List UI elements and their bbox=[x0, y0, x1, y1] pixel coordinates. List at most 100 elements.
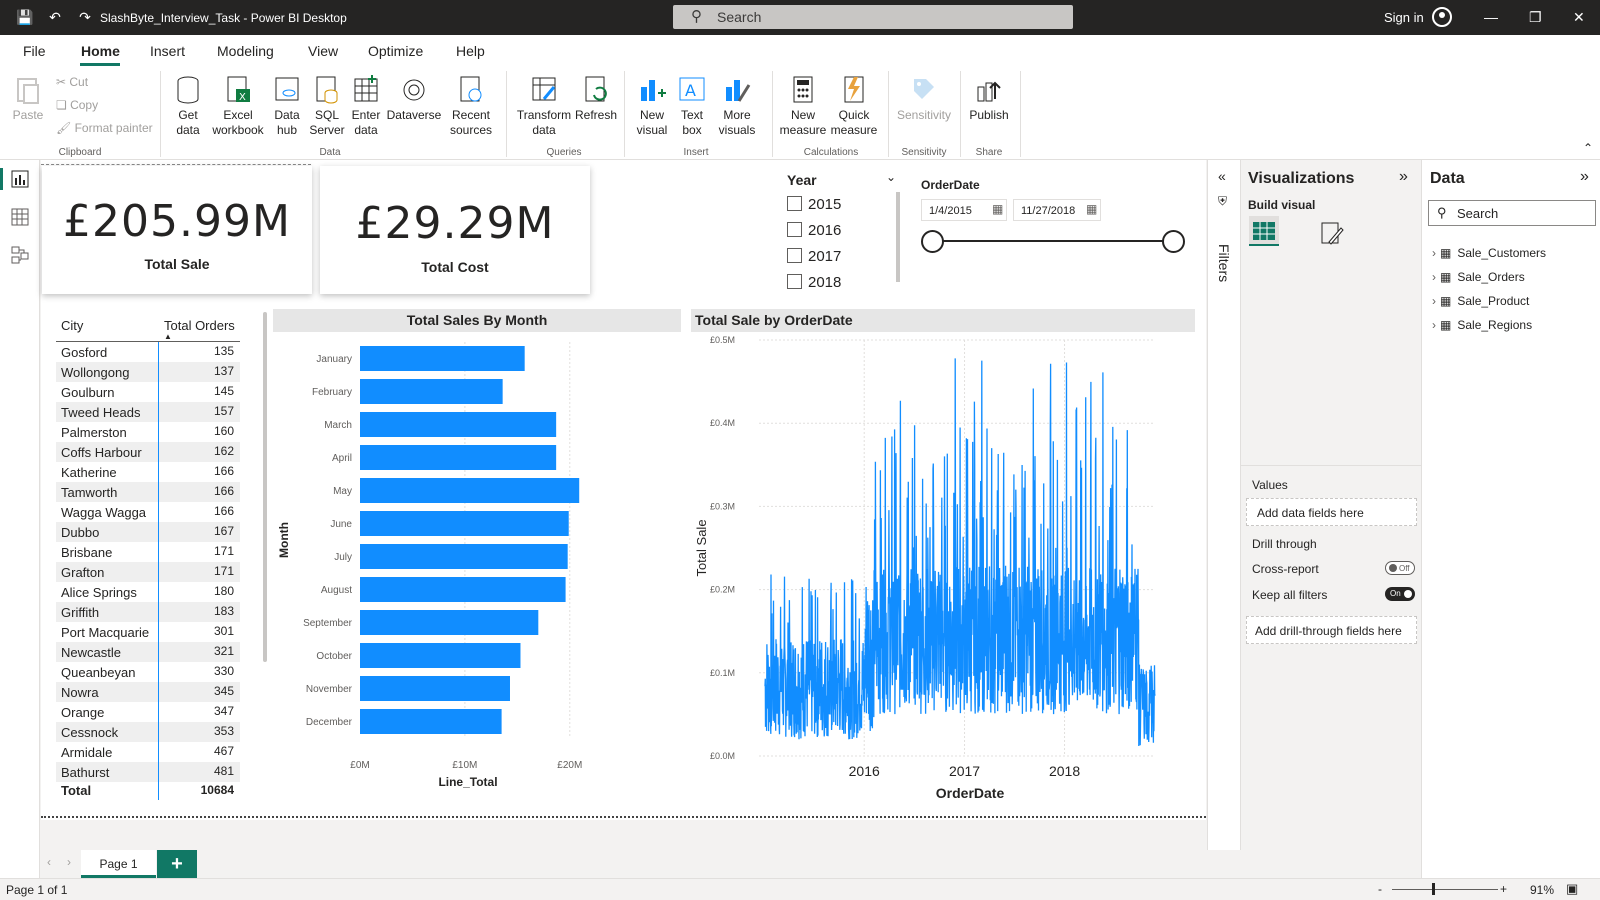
model-view-icon[interactable] bbox=[11, 246, 29, 264]
total-sale-line-series[interactable] bbox=[764, 358, 1156, 747]
avatar[interactable] bbox=[1432, 7, 1452, 27]
redo-icon[interactable]: ↷ bbox=[76, 8, 94, 26]
bar-april[interactable] bbox=[360, 445, 557, 470]
bar-march[interactable] bbox=[360, 412, 557, 437]
zoom-slider[interactable] bbox=[1392, 889, 1498, 890]
collapse-icon[interactable]: « bbox=[1218, 168, 1226, 184]
build-visual-tab[interactable] bbox=[1249, 216, 1279, 246]
prev-page-icon[interactable]: ‹ bbox=[47, 855, 51, 869]
date-range-end-handle[interactable] bbox=[1162, 230, 1185, 253]
chevron-down-icon[interactable]: ⌄ bbox=[886, 170, 896, 184]
sensitivity-button[interactable]: Sensitivity bbox=[894, 75, 954, 123]
text-box-button[interactable]: A Text box bbox=[674, 75, 710, 138]
slicer-scrollbar[interactable] bbox=[896, 192, 900, 282]
fit-to-page-icon[interactable]: ▣ bbox=[1566, 881, 1578, 897]
menu-file[interactable]: File bbox=[23, 43, 46, 59]
get-data-button[interactable]: Get data bbox=[168, 75, 208, 138]
table-row[interactable]: Dubbo 167 bbox=[56, 522, 240, 542]
paste-button[interactable]: Paste bbox=[10, 75, 46, 123]
bar-december[interactable] bbox=[360, 709, 502, 734]
collapse-ribbon-icon[interactable]: ⌃ bbox=[1583, 141, 1593, 155]
table-row[interactable]: Queanbeyan 330 bbox=[56, 662, 240, 682]
zoom-out-icon[interactable]: - bbox=[1378, 882, 1382, 896]
values-drop-zone[interactable]: Add data fields here bbox=[1246, 498, 1417, 526]
table-row[interactable]: Tweed Heads 157 bbox=[56, 402, 240, 422]
bar-chart[interactable]: January February March April May June July Augu… bbox=[273, 334, 681, 804]
bar-june[interactable] bbox=[360, 511, 569, 536]
menu-modeling[interactable]: Modeling bbox=[217, 43, 274, 59]
bar-november[interactable] bbox=[360, 676, 510, 701]
format-visual-icon[interactable] bbox=[1319, 220, 1345, 246]
table-row[interactable]: Bathurst 481 bbox=[56, 762, 240, 782]
data-table-sale-regions[interactable]: › ▦ Sale_Regions bbox=[1432, 318, 1532, 332]
enter-data-button[interactable]: Enter data bbox=[348, 75, 384, 138]
table-row[interactable]: Griffith 183 bbox=[56, 602, 240, 622]
table-row[interactable]: Gosford 135 bbox=[56, 342, 240, 362]
bar-july[interactable] bbox=[360, 544, 568, 569]
sql-server-button[interactable]: SQL Server bbox=[308, 75, 346, 138]
data-table-sale-product[interactable]: › ▦ Sale_Product bbox=[1432, 294, 1529, 308]
cut-button[interactable]: ✂ Cut bbox=[56, 75, 88, 89]
new-measure-button[interactable]: New measure bbox=[778, 75, 828, 138]
refresh-button[interactable]: Refresh bbox=[574, 75, 618, 123]
table-row[interactable]: Grafton 171 bbox=[56, 562, 240, 582]
table-row[interactable]: Brisbane 171 bbox=[56, 542, 240, 562]
excel-workbook-button[interactable]: X Excel workbook bbox=[210, 75, 266, 138]
table-row[interactable]: Newcastle 321 bbox=[56, 642, 240, 662]
transform-data-button[interactable]: Transform data bbox=[514, 75, 574, 138]
line-chart[interactable]: £0.0M £0.1M £0.2M £0.3M £0.4M £0.5M 2016 2017 20… bbox=[691, 334, 1195, 804]
report-view-icon[interactable] bbox=[11, 170, 29, 188]
table-row[interactable]: Goulburn 145 bbox=[56, 382, 240, 402]
table-row[interactable]: Tamworth 166 bbox=[56, 482, 240, 502]
keep-filters-toggle[interactable]: On bbox=[1385, 587, 1415, 601]
sign-in-link[interactable]: Sign in bbox=[1384, 10, 1424, 25]
menu-home[interactable]: Home bbox=[81, 43, 120, 59]
col-city[interactable]: City bbox=[61, 318, 83, 333]
more-visuals-button[interactable]: More visuals bbox=[712, 75, 762, 138]
table-scrollbar[interactable] bbox=[263, 312, 267, 662]
data-table-sale-customers[interactable]: › ▦ Sale_Customers bbox=[1432, 246, 1546, 260]
table-row[interactable]: Coffs Harbour 162 bbox=[56, 442, 240, 462]
bar-august[interactable] bbox=[360, 577, 566, 602]
data-search-input[interactable]: ⚲ Search bbox=[1428, 200, 1596, 226]
bar-september[interactable] bbox=[360, 610, 539, 635]
table-row[interactable]: Palmerston 160 bbox=[56, 422, 240, 442]
filters-pane[interactable]: « ⛨ Filters bbox=[1207, 160, 1241, 850]
end-date-input[interactable]: 11/27/2018 ▦ bbox=[1013, 199, 1101, 221]
bar-january[interactable] bbox=[360, 346, 525, 371]
close-icon[interactable]: ✕ bbox=[1573, 9, 1585, 26]
table-row[interactable]: Port Macquarie 301 bbox=[56, 622, 240, 642]
menu-insert[interactable]: Insert bbox=[150, 43, 185, 59]
cross-report-toggle[interactable]: Off bbox=[1385, 561, 1415, 575]
expand-icon[interactable]: » bbox=[1399, 168, 1408, 186]
menu-optimize[interactable]: Optimize bbox=[368, 43, 423, 59]
bar-may[interactable] bbox=[360, 478, 580, 503]
restore-icon[interactable]: ❐ bbox=[1529, 9, 1542, 26]
table-row[interactable]: Cessnock 353 bbox=[56, 722, 240, 742]
date-range-start-handle[interactable] bbox=[921, 230, 944, 253]
table-row[interactable]: Alice Springs 180 bbox=[56, 582, 240, 602]
add-page-button[interactable]: + bbox=[157, 850, 197, 878]
data-table-sale-orders[interactable]: › ▦ Sale_Orders bbox=[1432, 270, 1525, 284]
table-row[interactable]: Armidale 467 bbox=[56, 742, 240, 762]
copy-button[interactable]: ❏ Copy bbox=[56, 98, 98, 112]
minimize-icon[interactable]: — bbox=[1484, 9, 1498, 25]
undo-icon[interactable]: ↶ bbox=[46, 8, 64, 26]
new-visual-button[interactable]: New visual bbox=[632, 75, 672, 138]
bar-october[interactable] bbox=[360, 643, 521, 668]
table-row[interactable]: Nowra 345 bbox=[56, 682, 240, 702]
zoom-in-icon[interactable]: + bbox=[1500, 882, 1507, 896]
table-row[interactable]: Orange 347 bbox=[56, 702, 240, 722]
year-checkbox-2017[interactable] bbox=[787, 248, 802, 263]
drill-through-drop-zone[interactable]: Add drill-through fields here bbox=[1246, 616, 1417, 644]
card-total-cost[interactable]: £29.29M Total Cost bbox=[320, 166, 590, 294]
next-page-icon[interactable]: › bbox=[67, 855, 71, 869]
quick-measure-button[interactable]: Quick measure bbox=[828, 75, 880, 138]
bar-february[interactable] bbox=[360, 379, 503, 404]
table-row[interactable]: Wollongong 137 bbox=[56, 362, 240, 382]
start-date-input[interactable]: 1/4/2015 ▦ bbox=[921, 199, 1007, 221]
data-hub-button[interactable]: Data hub bbox=[268, 75, 306, 138]
format-painter-button[interactable]: 🖌 Format painter bbox=[56, 121, 153, 135]
search-box[interactable]: ⚲ Search bbox=[673, 5, 1073, 29]
table-view-icon[interactable] bbox=[11, 208, 29, 226]
